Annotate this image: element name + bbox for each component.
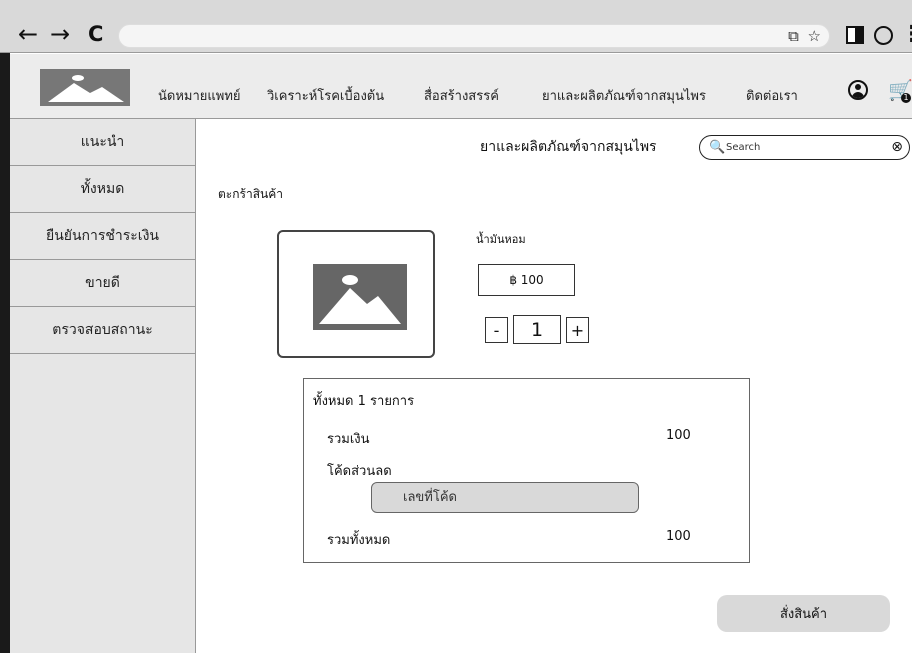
search-input[interactable]: Search xyxy=(726,142,760,153)
page-title: ยาและผลิตภัณฑ์จากสมุนไพร xyxy=(480,139,657,155)
subtotal-value: 100 xyxy=(666,428,691,443)
subtotal-label: รวมเงิน xyxy=(327,432,370,447)
nav-diagnosis[interactable]: วิเคราะห์โรคเบื้องต้น xyxy=(267,85,384,106)
sidebar: แนะนำ ทั้งหมด ยืนยันการชำระเงิน ขายดี ตร… xyxy=(10,119,196,653)
sidebar-item-payment-confirm[interactable]: ยืนยันการชำระเงิน xyxy=(10,213,195,260)
product-price: ฿ 100 xyxy=(478,264,575,296)
cart-count-badge: 1 xyxy=(901,93,911,103)
image-placeholder-icon xyxy=(313,264,407,330)
search-icon: 🔍 xyxy=(709,140,726,155)
nav-contact[interactable]: ติดต่อเรา xyxy=(746,85,798,106)
total-label: รวมทั้งหมด xyxy=(327,533,391,548)
clear-search-icon[interactable]: ⊗ xyxy=(891,139,903,155)
sidebar-item-all[interactable]: ทั้งหมด xyxy=(10,166,195,213)
nav-creative-media[interactable]: สื่อสร้างสรรค์ xyxy=(424,85,499,106)
discount-code-input[interactable] xyxy=(371,482,639,513)
reload-icon[interactable]: C xyxy=(88,22,103,46)
profile-circle-icon[interactable] xyxy=(874,26,893,45)
sidebar-item-recommended[interactable]: แนะนำ xyxy=(10,119,195,166)
back-arrow-icon[interactable]: ← xyxy=(18,22,38,46)
site-header: นัดหมายแพทย์ วิเคราะห์โรคเบื้องต้น สื่อส… xyxy=(10,54,912,119)
address-bar[interactable]: ⧉ ☆ xyxy=(118,24,830,48)
cart-title: ตะกร้าสินค้า xyxy=(218,187,283,201)
decrease-quantity-button[interactable]: - xyxy=(485,317,508,343)
forward-arrow-icon[interactable]: → xyxy=(50,22,70,46)
sidebar-item-check-status[interactable]: ตรวจสอบสถานะ xyxy=(10,307,195,354)
nav-appointment[interactable]: นัดหมายแพทย์ xyxy=(158,85,241,106)
product-image xyxy=(277,230,435,358)
share-bookmark-icon[interactable]: ⧉ ☆ xyxy=(788,27,823,45)
logo-image-icon[interactable] xyxy=(40,69,130,106)
search-box[interactable]: 🔍 Search ⊗ xyxy=(699,135,910,160)
total-value: 100 xyxy=(666,529,691,544)
place-order-button[interactable]: สั่งสินค้า xyxy=(717,595,890,632)
account-icon[interactable] xyxy=(848,80,868,100)
order-summary: ทั้งหมด 1 รายการ รวมเงิน 100 โค้ดส่วนลด … xyxy=(303,378,750,563)
sidebar-item-best-seller[interactable]: ขายดี xyxy=(10,260,195,307)
browser-menu-icon[interactable]: ⋮ xyxy=(901,22,912,47)
discount-code-label: โค้ดส่วนลด xyxy=(327,464,392,479)
increase-quantity-button[interactable]: + xyxy=(566,317,589,343)
browser-toolbar: ← → C ⧉ ☆ ⋮ xyxy=(0,0,912,53)
product-name: น้ำมันหอม xyxy=(476,233,526,246)
nav-herbal-products[interactable]: ยาและผลิตภัณฑ์จากสมุนไพร xyxy=(542,85,706,106)
quantity-value[interactable]: 1 xyxy=(513,315,561,344)
item-count-label: ทั้งหมด 1 รายการ xyxy=(313,394,415,409)
sidebar-panel-icon[interactable] xyxy=(846,26,864,44)
window-edge xyxy=(0,0,10,653)
